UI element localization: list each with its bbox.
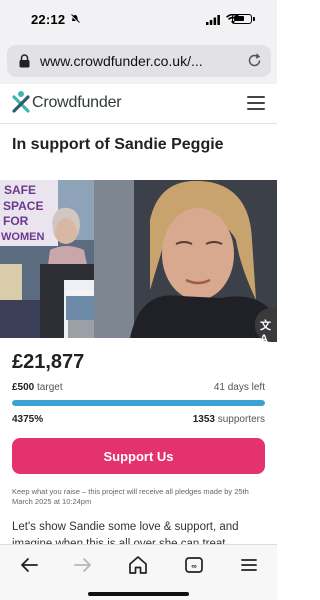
url-text: www.crowdfunder.co.uk/... <box>40 53 203 69</box>
sign-line-4: WOMEN <box>1 231 44 243</box>
battery-icon <box>232 14 255 24</box>
supporters-count: 1353 <box>192 414 215 425</box>
target-amount: £500 <box>12 382 35 393</box>
address-bar[interactable]: www.crowdfunder.co.uk/... <box>7 45 271 77</box>
status-time: 22:12 <box>31 12 66 27</box>
funding-progress-fill <box>12 400 265 406</box>
home-icon[interactable] <box>127 555 149 575</box>
supporters-label: supporters <box>217 414 265 425</box>
sign-line-3: FOR <box>3 214 29 228</box>
hamburger-menu-icon[interactable] <box>247 96 265 110</box>
site-header: Crowdfunder <box>0 84 277 124</box>
days-left: 41 days left <box>213 382 265 393</box>
sign-line-1: SAFE <box>4 183 36 197</box>
home-indicator <box>88 592 189 596</box>
supporters-info: 1353 supporters <box>193 414 265 425</box>
target-label: target <box>37 382 63 393</box>
page-title: In support of Sandie Peggie <box>12 136 224 153</box>
keep-what-you-raise-note: Keep what you raise – this project will … <box>12 487 249 506</box>
logo-text[interactable]: Crowdfunder <box>32 94 122 112</box>
reload-icon[interactable] <box>247 53 262 68</box>
bell-muted-icon <box>70 14 80 24</box>
support-us-button[interactable]: Support Us <box>12 438 265 474</box>
sign-line-2: SPACE <box>3 199 43 213</box>
crowdfunder-logo-icon[interactable] <box>12 90 30 116</box>
funding-progress-bar <box>12 400 265 406</box>
campaign-hero-image: SAFE SPACE FOR WOMEN <box>0 180 277 338</box>
amount-raised: £21,877 <box>12 351 85 373</box>
tabs-icon[interactable]: ∞ <box>183 555 205 575</box>
browser-menu-icon[interactable] <box>238 555 260 575</box>
browser-address-area: www.crowdfunder.co.uk/... <box>0 40 277 84</box>
target-info: £500 target <box>12 382 63 393</box>
lock-icon <box>19 54 30 68</box>
svg-text:∞: ∞ <box>191 562 196 571</box>
back-arrow-icon[interactable] <box>18 555 40 575</box>
forward-arrow-icon[interactable] <box>72 555 94 575</box>
funded-percent: 4375% <box>12 414 44 425</box>
cellular-signal-icon <box>206 15 220 25</box>
translate-icon[interactable]: 文A <box>255 308 277 345</box>
status-bar: 22:12 <box>0 0 277 40</box>
